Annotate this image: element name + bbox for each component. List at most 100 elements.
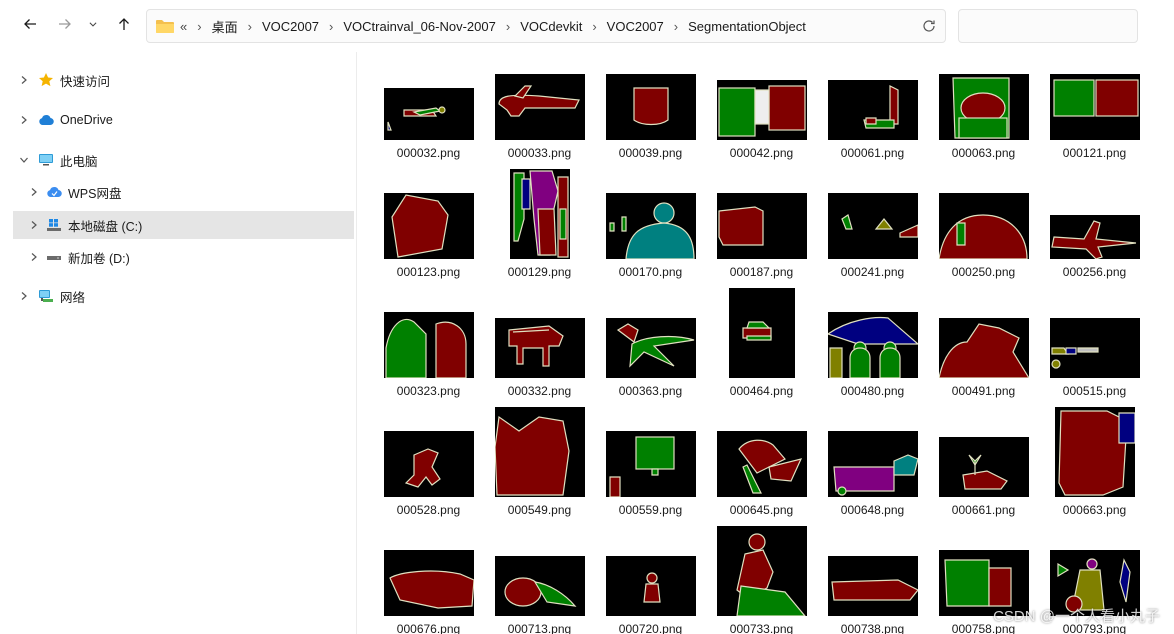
file-thumbnail[interactable] [827,312,918,378]
file-item[interactable]: 000549.png [484,407,595,535]
file-thumbnail[interactable] [728,288,795,378]
address-bar[interactable]: « › 桌面 › VOC2007 › VOCtrainval_06-Nov-2007 › VO… [146,9,946,43]
file-item[interactable]: 000061.png [817,60,928,178]
file-item[interactable]: 000039.png [595,60,706,178]
breadcrumb-item[interactable]: SegmentationObject [688,19,806,34]
refresh-icon[interactable] [921,18,937,34]
file-thumbnail[interactable] [1049,74,1140,140]
file-thumbnail[interactable] [716,193,807,259]
file-thumbnail[interactable] [716,526,807,616]
file-thumbnail[interactable] [827,80,918,140]
file-thumbnail[interactable] [938,318,1029,378]
file-item[interactable]: 000363.png [595,298,706,416]
file-item[interactable]: 000121.png [1039,60,1150,178]
chevron-right-icon[interactable] [19,115,29,125]
file-item[interactable]: 000648.png [817,417,928,535]
file-item[interactable]: 000042.png [706,60,817,178]
file-thumbnail[interactable] [1049,318,1140,378]
file-item[interactable]: 000033.png [484,60,595,178]
breadcrumb-item[interactable]: VOC2007 [607,19,664,34]
breadcrumb-separator-icon[interactable]: › [674,19,678,34]
file-thumbnail[interactable] [938,74,1029,140]
file-thumbnail[interactable] [605,556,696,616]
breadcrumb-overflow[interactable]: « [180,19,187,34]
file-item[interactable]: 000464.png [706,288,817,416]
file-thumbnail[interactable] [383,88,474,140]
file-item[interactable]: 000738.png [817,536,928,634]
file-thumbnail[interactable] [716,80,807,140]
file-thumbnail[interactable] [938,193,1029,259]
file-thumbnail[interactable] [494,407,585,497]
file-item[interactable]: 000256.png [1039,179,1150,297]
file-item[interactable]: 000480.png [817,298,928,416]
chevron-right-icon[interactable] [19,75,29,85]
sidebar-item-local-disk-c[interactable]: 本地磁盘 (C:) [13,211,354,239]
sidebar-item-onedrive[interactable]: OneDrive [13,106,354,134]
chevron-right-icon[interactable] [29,252,39,262]
recent-locations-button[interactable] [82,10,104,38]
file-item[interactable]: 000250.png [928,179,1039,297]
file-thumbnail[interactable] [1054,407,1135,497]
file-item[interactable]: 000123.png [373,179,484,297]
file-item[interactable]: 000129.png [484,169,595,297]
file-item[interactable]: 000187.png [706,179,817,297]
file-thumbnail[interactable] [605,318,696,378]
file-item[interactable]: 000491.png [928,298,1039,416]
file-item[interactable]: 000323.png [373,298,484,416]
file-item[interactable]: 000733.png [706,526,817,634]
breadcrumb-separator-icon[interactable]: › [506,19,510,34]
file-item[interactable]: 000720.png [595,536,706,634]
file-thumbnail[interactable] [605,431,696,497]
file-thumbnail[interactable] [494,556,585,616]
file-item[interactable]: 000515.png [1039,298,1150,416]
file-thumbnail[interactable] [509,169,570,259]
file-thumbnail[interactable] [827,193,918,259]
file-item[interactable]: 000661.png [928,417,1039,535]
file-item[interactable]: 000645.png [706,417,817,535]
up-button[interactable] [110,10,138,38]
chevron-down-icon[interactable] [19,155,29,165]
search-input[interactable] [958,9,1138,43]
breadcrumb-item[interactable]: 桌面 [212,17,238,36]
file-thumbnail[interactable] [605,193,696,259]
chevron-right-icon[interactable] [29,220,39,230]
file-thumbnail[interactable] [494,74,585,140]
breadcrumb-item[interactable]: VOCtrainval_06-Nov-2007 [343,19,495,34]
file-item[interactable]: 000170.png [595,179,706,297]
file-thumbnail[interactable] [383,550,474,616]
file-item[interactable]: 000559.png [595,417,706,535]
breadcrumb-separator-icon[interactable]: › [197,19,201,34]
file-item[interactable]: 000241.png [817,179,928,297]
file-thumbnail[interactable] [1049,215,1140,259]
breadcrumb-separator-icon[interactable]: › [248,19,252,34]
breadcrumb-item[interactable]: VOC2007 [262,19,319,34]
file-item[interactable]: 000663.png [1039,407,1150,535]
chevron-right-icon[interactable] [19,291,29,301]
sidebar-item-new-volume-d[interactable]: 新加卷 (D:) [13,243,354,271]
breadcrumb-separator-icon[interactable]: › [592,19,596,34]
file-item[interactable]: 000528.png [373,417,484,535]
chevron-right-icon[interactable] [29,187,39,197]
file-thumbnail[interactable] [827,431,918,497]
file-thumbnail[interactable] [938,437,1029,497]
file-item[interactable]: 000332.png [484,298,595,416]
sidebar-item-network[interactable]: 网络 [13,282,354,310]
file-thumbnail[interactable] [605,74,696,140]
forward-button[interactable] [51,10,79,38]
file-thumbnail[interactable] [716,431,807,497]
file-item[interactable]: 000032.png [373,60,484,178]
file-thumbnail[interactable] [494,318,585,378]
file-item[interactable]: 000063.png [928,60,1039,178]
sidebar-item-this-pc[interactable]: 此电脑 [13,146,354,174]
file-item[interactable]: 000713.png [484,536,595,634]
file-thumbnail[interactable] [827,556,918,616]
back-button[interactable] [16,10,44,38]
breadcrumb-separator-icon[interactable]: › [329,19,333,34]
file-thumbnail[interactable] [383,312,474,378]
file-thumbnail[interactable] [383,193,474,259]
sidebar-item-quick-access[interactable]: 快速访问 [13,66,354,94]
file-item[interactable]: 000676.png [373,536,484,634]
sidebar-item-wps-drive[interactable]: WPS网盘 [13,178,354,206]
breadcrumb-item[interactable]: VOCdevkit [520,19,582,34]
file-thumbnail[interactable] [383,431,474,497]
